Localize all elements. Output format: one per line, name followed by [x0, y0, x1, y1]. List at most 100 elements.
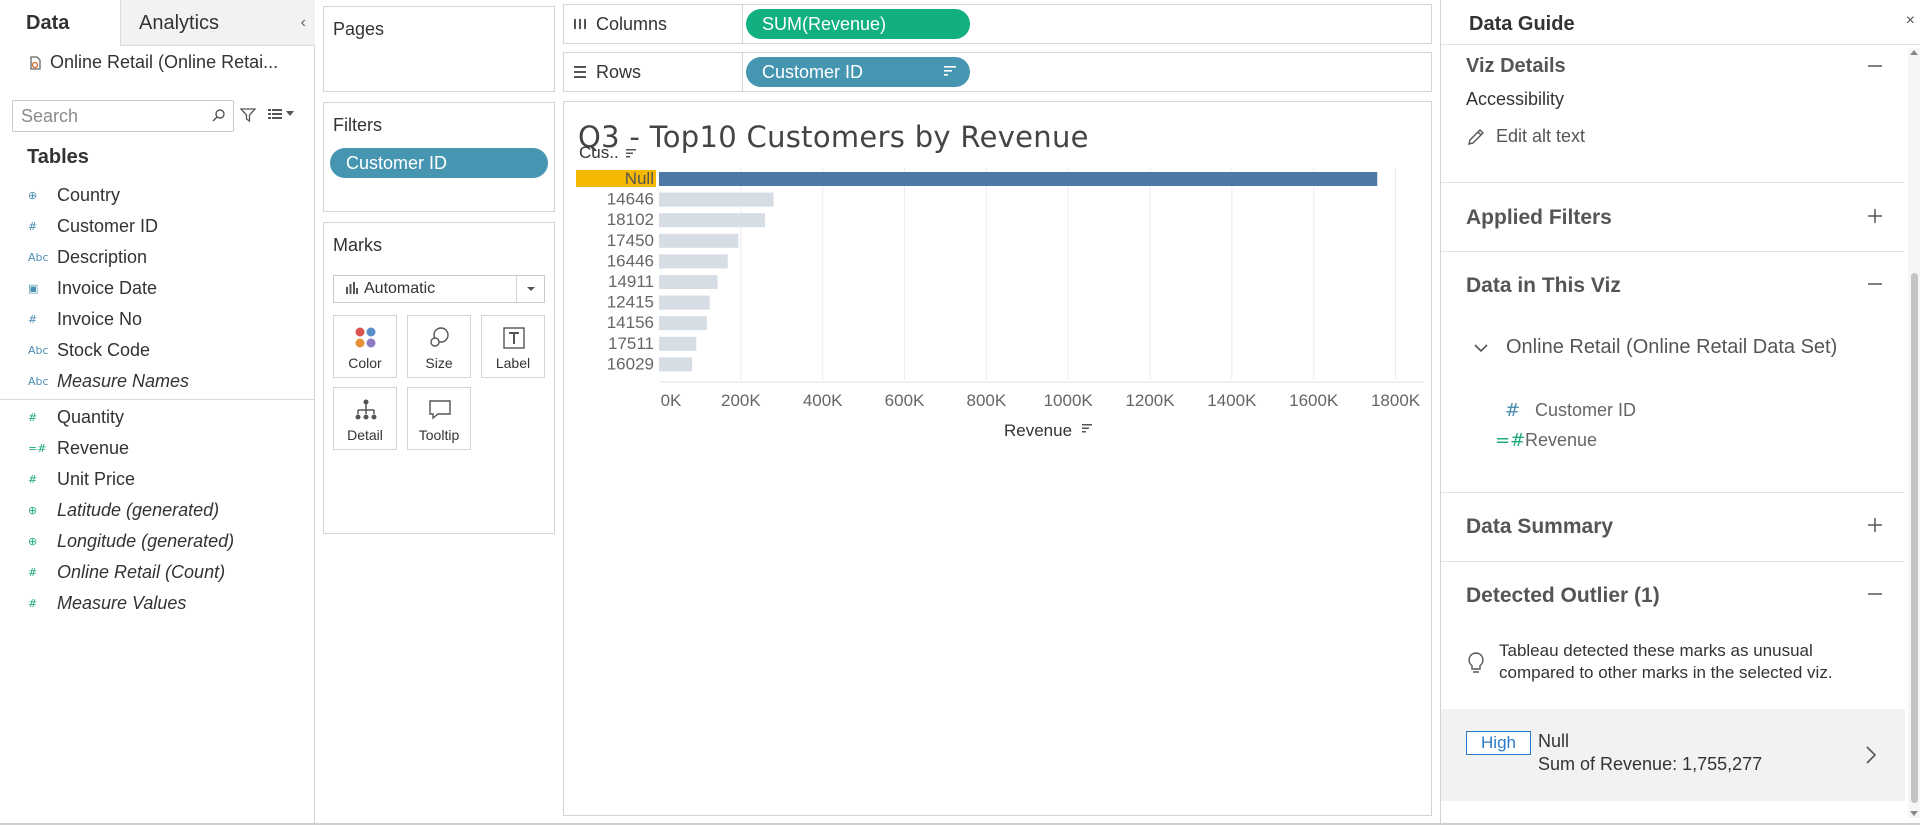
bar-16029[interactable] [659, 357, 693, 372]
search-field[interactable] [12, 100, 234, 132]
datasource-item[interactable]: Online Retail (Online Retai... [28, 52, 278, 73]
outlier-description: Tableau detected these marks as unusual … [1499, 641, 1833, 682]
guide-datasource-name: Online Retail (Online Retail Data Set) [1506, 336, 1838, 358]
scroll-thumb[interactable] [1911, 273, 1918, 803]
datasource-tree-item[interactable]: Online Retail (Online Retail Data Set) [1474, 336, 1837, 359]
field-item[interactable]: # Unit Price [0, 464, 314, 495]
data-guide-scrollbar[interactable] [1908, 48, 1920, 818]
field-name: Invoice No [57, 309, 143, 329]
category-label: 16446 [607, 251, 654, 270]
color-icon [355, 327, 376, 348]
detected-outlier-heading[interactable]: Detected Outlier (1) [1466, 584, 1660, 608]
field-item[interactable]: ⊕ Longitude (generated) [0, 526, 314, 557]
collapse-pane-icon[interactable]: ‹ [301, 14, 306, 32]
field-item[interactable]: # Invoice No [0, 304, 314, 335]
columns-pill-sum-revenue[interactable]: SUM(Revenue) [746, 9, 970, 39]
datasource-icon [30, 55, 41, 70]
columns-shelf[interactable]: Columns SUM(Revenue) [563, 4, 1432, 44]
scroll-up-icon[interactable] [1910, 50, 1918, 55]
field-name: Description [57, 247, 148, 267]
x-tick-label: 1400K [1207, 391, 1257, 410]
x-tick-label: 1600K [1289, 391, 1339, 410]
expand-icon[interactable] [1866, 207, 1884, 225]
data-in-viz-heading[interactable]: Data in This Viz [1466, 274, 1621, 298]
bar-Null[interactable] [659, 172, 1378, 186]
field-item[interactable]: ⊕ Country [0, 180, 314, 211]
collapse-icon[interactable] [1866, 275, 1884, 293]
field-item[interactable]: # Quantity [0, 402, 314, 433]
color-label: Color [348, 355, 382, 371]
tooltip-button[interactable]: Tooltip [407, 387, 471, 450]
dimension-measure-divider [0, 399, 314, 400]
filter-icon[interactable] [240, 107, 256, 123]
bar-14646[interactable] [659, 192, 774, 207]
pages-card[interactable]: Pages [323, 6, 555, 92]
bar-18102[interactable] [659, 213, 765, 228]
label-button[interactable]: Label [481, 315, 545, 378]
field-type-icon: # [28, 220, 38, 233]
field-item[interactable]: Abc Stock Code [0, 335, 314, 366]
bar-17450[interactable] [659, 233, 739, 248]
view-options-icon[interactable] [268, 108, 294, 120]
collapse-icon[interactable] [1866, 57, 1884, 75]
field-item[interactable]: ⊕ Latitude (generated) [0, 495, 314, 526]
guide-field-customer-id: # Customer ID [1505, 400, 1637, 421]
rows-pill-customer-id[interactable]: Customer ID [746, 57, 970, 87]
filter-pill-customer-id[interactable]: Customer ID [330, 148, 548, 178]
bar-14911[interactable] [659, 275, 718, 289]
color-button[interactable]: Color [333, 315, 397, 378]
field-type-icon: Abc [28, 375, 49, 388]
sort-descending-icon [1082, 424, 1092, 433]
field-item[interactable]: # Customer ID [0, 211, 314, 242]
close-icon[interactable]: × [1906, 12, 1915, 30]
outlier-item[interactable]: High Null Sum of Revenue: 1,755,277 [1441, 709, 1905, 801]
detail-icon [355, 399, 377, 420]
bar-chart[interactable]: Cus..Null1464618102174501644614911124151… [564, 102, 1431, 815]
field-item[interactable]: Abc Description [0, 242, 314, 273]
row-header-label: Cus.. [579, 143, 619, 162]
applied-filters-heading[interactable]: Applied Filters [1466, 206, 1612, 230]
rows-pill-label: Customer ID [762, 62, 864, 82]
x-tick-label: 1800K [1371, 391, 1421, 410]
expand-icon[interactable] [1866, 516, 1884, 534]
filters-card[interactable]: Filters Customer ID [323, 102, 555, 212]
size-button[interactable]: Size [407, 315, 471, 378]
bar-chart-icon [346, 282, 358, 294]
collapse-icon[interactable] [1866, 585, 1884, 603]
tables-heading: Tables [27, 146, 89, 168]
field-item[interactable]: ▣ Invoice Date [0, 273, 314, 304]
number-field-icon: # [1505, 400, 1521, 421]
bar-12415[interactable] [659, 295, 710, 310]
edit-alt-text-label: Edit alt text [1496, 126, 1586, 146]
detail-button[interactable]: Detail [333, 387, 397, 450]
pages-title: Pages [333, 19, 385, 39]
edit-alt-text-button[interactable]: Edit alt text [1466, 126, 1585, 147]
data-summary-heading[interactable]: Data Summary [1466, 515, 1613, 539]
field-type-icon: Abc [28, 344, 49, 357]
x-tick-label: 1000K [1044, 391, 1094, 410]
scroll-down-icon[interactable] [1910, 811, 1918, 816]
viz-area[interactable]: Q3 - Top10 Customers by Revenue Cus.. Nul… [563, 101, 1432, 816]
search-input[interactable] [13, 101, 193, 131]
field-item[interactable]: # Online Retail (Count) [0, 557, 314, 588]
tab-data[interactable]: Data [0, 0, 120, 46]
x-tick-label: 400K [803, 391, 843, 410]
bar-16446[interactable] [659, 254, 728, 269]
accessibility-label: Accessibility [1466, 89, 1565, 109]
mark-type-select[interactable]: Automatic [333, 275, 545, 303]
tab-analytics[interactable]: Analytics [120, 0, 315, 46]
size-label: Size [425, 355, 453, 371]
rows-shelf[interactable]: Rows Customer ID [563, 52, 1432, 92]
field-item[interactable]: # Measure Values [0, 588, 314, 619]
field-item[interactable]: Abc Measure Names [0, 366, 314, 397]
calculated-field-icon: =# [1495, 430, 1526, 451]
x-tick-label: 800K [966, 391, 1006, 410]
field-item[interactable]: =# Revenue [0, 433, 314, 464]
bar-17511[interactable] [659, 336, 697, 351]
chevron-down-icon [527, 287, 535, 291]
viz-details-heading[interactable]: Viz Details [1466, 55, 1566, 78]
category-label: 14911 [608, 272, 654, 291]
field-type-icon: # [28, 473, 38, 486]
bar-14156[interactable] [659, 316, 707, 331]
filters-title: Filters [333, 115, 382, 135]
